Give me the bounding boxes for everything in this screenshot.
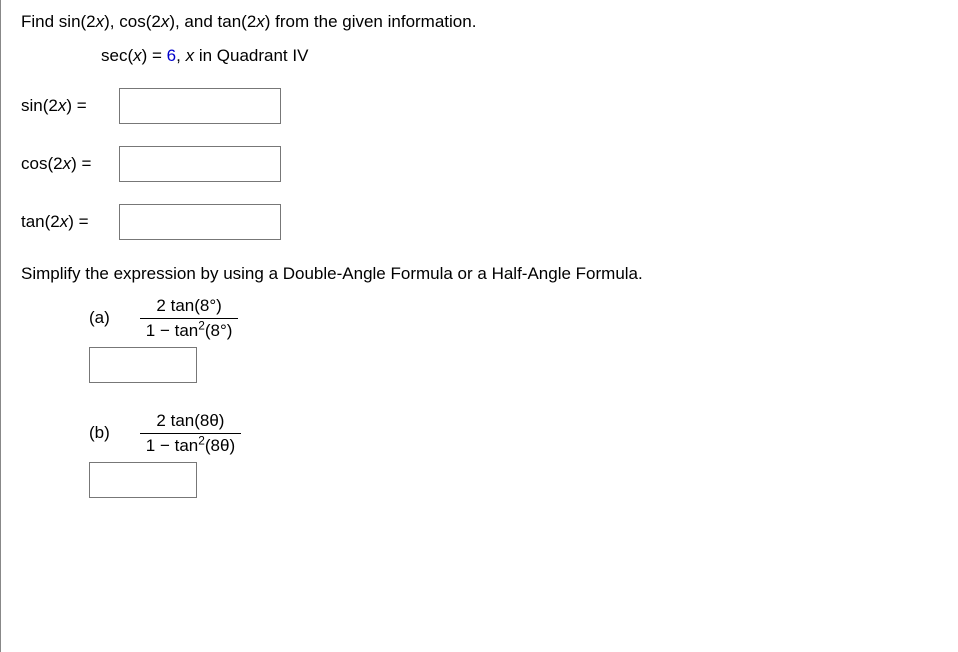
answer-label: cos(2x) =: [21, 154, 119, 174]
part-b-input[interactable]: [89, 462, 197, 498]
prompt-text: ), and tan(2: [169, 12, 256, 31]
var-x: x: [186, 46, 195, 65]
sin-2x-input[interactable]: [119, 88, 281, 124]
part-a-row: (a) 2 tan(8°) 1 − tan2(8°): [89, 296, 938, 341]
answer-row-cos: cos(2x) =: [21, 146, 938, 182]
fraction-b: 2 tan(8θ) 1 − tan2(8θ): [140, 411, 241, 456]
den-sup: 2: [198, 318, 205, 332]
part-b-label: (b): [89, 423, 110, 443]
denominator: 1 − tan2(8°): [140, 319, 239, 341]
denominator: 1 − tan2(8θ): [140, 434, 241, 456]
den-sup: 2: [198, 433, 205, 447]
var-x: x: [133, 46, 142, 65]
question1-prompt: Find sin(2x), cos(2x), and tan(2x) from …: [21, 10, 938, 34]
part-a-label: (a): [89, 308, 110, 328]
label-text: ) =: [66, 96, 86, 115]
label-text: tan(2: [21, 212, 60, 231]
question2-prompt: Simplify the expression by using a Doubl…: [21, 262, 938, 286]
given-quadrant: in Quadrant IV: [194, 46, 308, 65]
given-info: sec(x) = 6, x in Quadrant IV: [101, 46, 938, 66]
den-text: (8θ): [205, 436, 235, 455]
numerator: 2 tan(8°): [140, 296, 239, 319]
numerator: 2 tan(8θ): [140, 411, 241, 434]
prompt-text: Simplify the expression by using a Doubl…: [21, 264, 643, 283]
given-value: 6: [167, 46, 176, 65]
den-text: 1 − tan: [146, 436, 198, 455]
fraction-a: 2 tan(8°) 1 − tan2(8°): [140, 296, 239, 341]
label-text: sin(2: [21, 96, 58, 115]
part-b-row: (b) 2 tan(8θ) 1 − tan2(8θ): [89, 411, 938, 456]
answer-label: sin(2x) =: [21, 96, 119, 116]
prompt-text: ), cos(2: [104, 12, 161, 31]
given-text: sec(: [101, 46, 133, 65]
var-x: x: [60, 212, 69, 231]
den-text: 1 − tan: [146, 321, 198, 340]
var-x: x: [63, 154, 72, 173]
label-text: cos(2: [21, 154, 63, 173]
var-x: x: [256, 12, 265, 31]
prompt-text: Find sin(2: [21, 12, 96, 31]
label-text: ) =: [71, 154, 91, 173]
cos-2x-input[interactable]: [119, 146, 281, 182]
answer-label: tan(2x) =: [21, 212, 119, 232]
part-a-input[interactable]: [89, 347, 197, 383]
prompt-text: ) from the given information.: [265, 12, 477, 31]
given-text: ) =: [142, 46, 167, 65]
label-text: ) =: [68, 212, 88, 231]
given-text: ,: [176, 46, 185, 65]
answer-row-sin: sin(2x) =: [21, 88, 938, 124]
var-x: x: [96, 12, 105, 31]
answer-row-tan: tan(2x) =: [21, 204, 938, 240]
tan-2x-input[interactable]: [119, 204, 281, 240]
den-text: (8°): [205, 321, 233, 340]
